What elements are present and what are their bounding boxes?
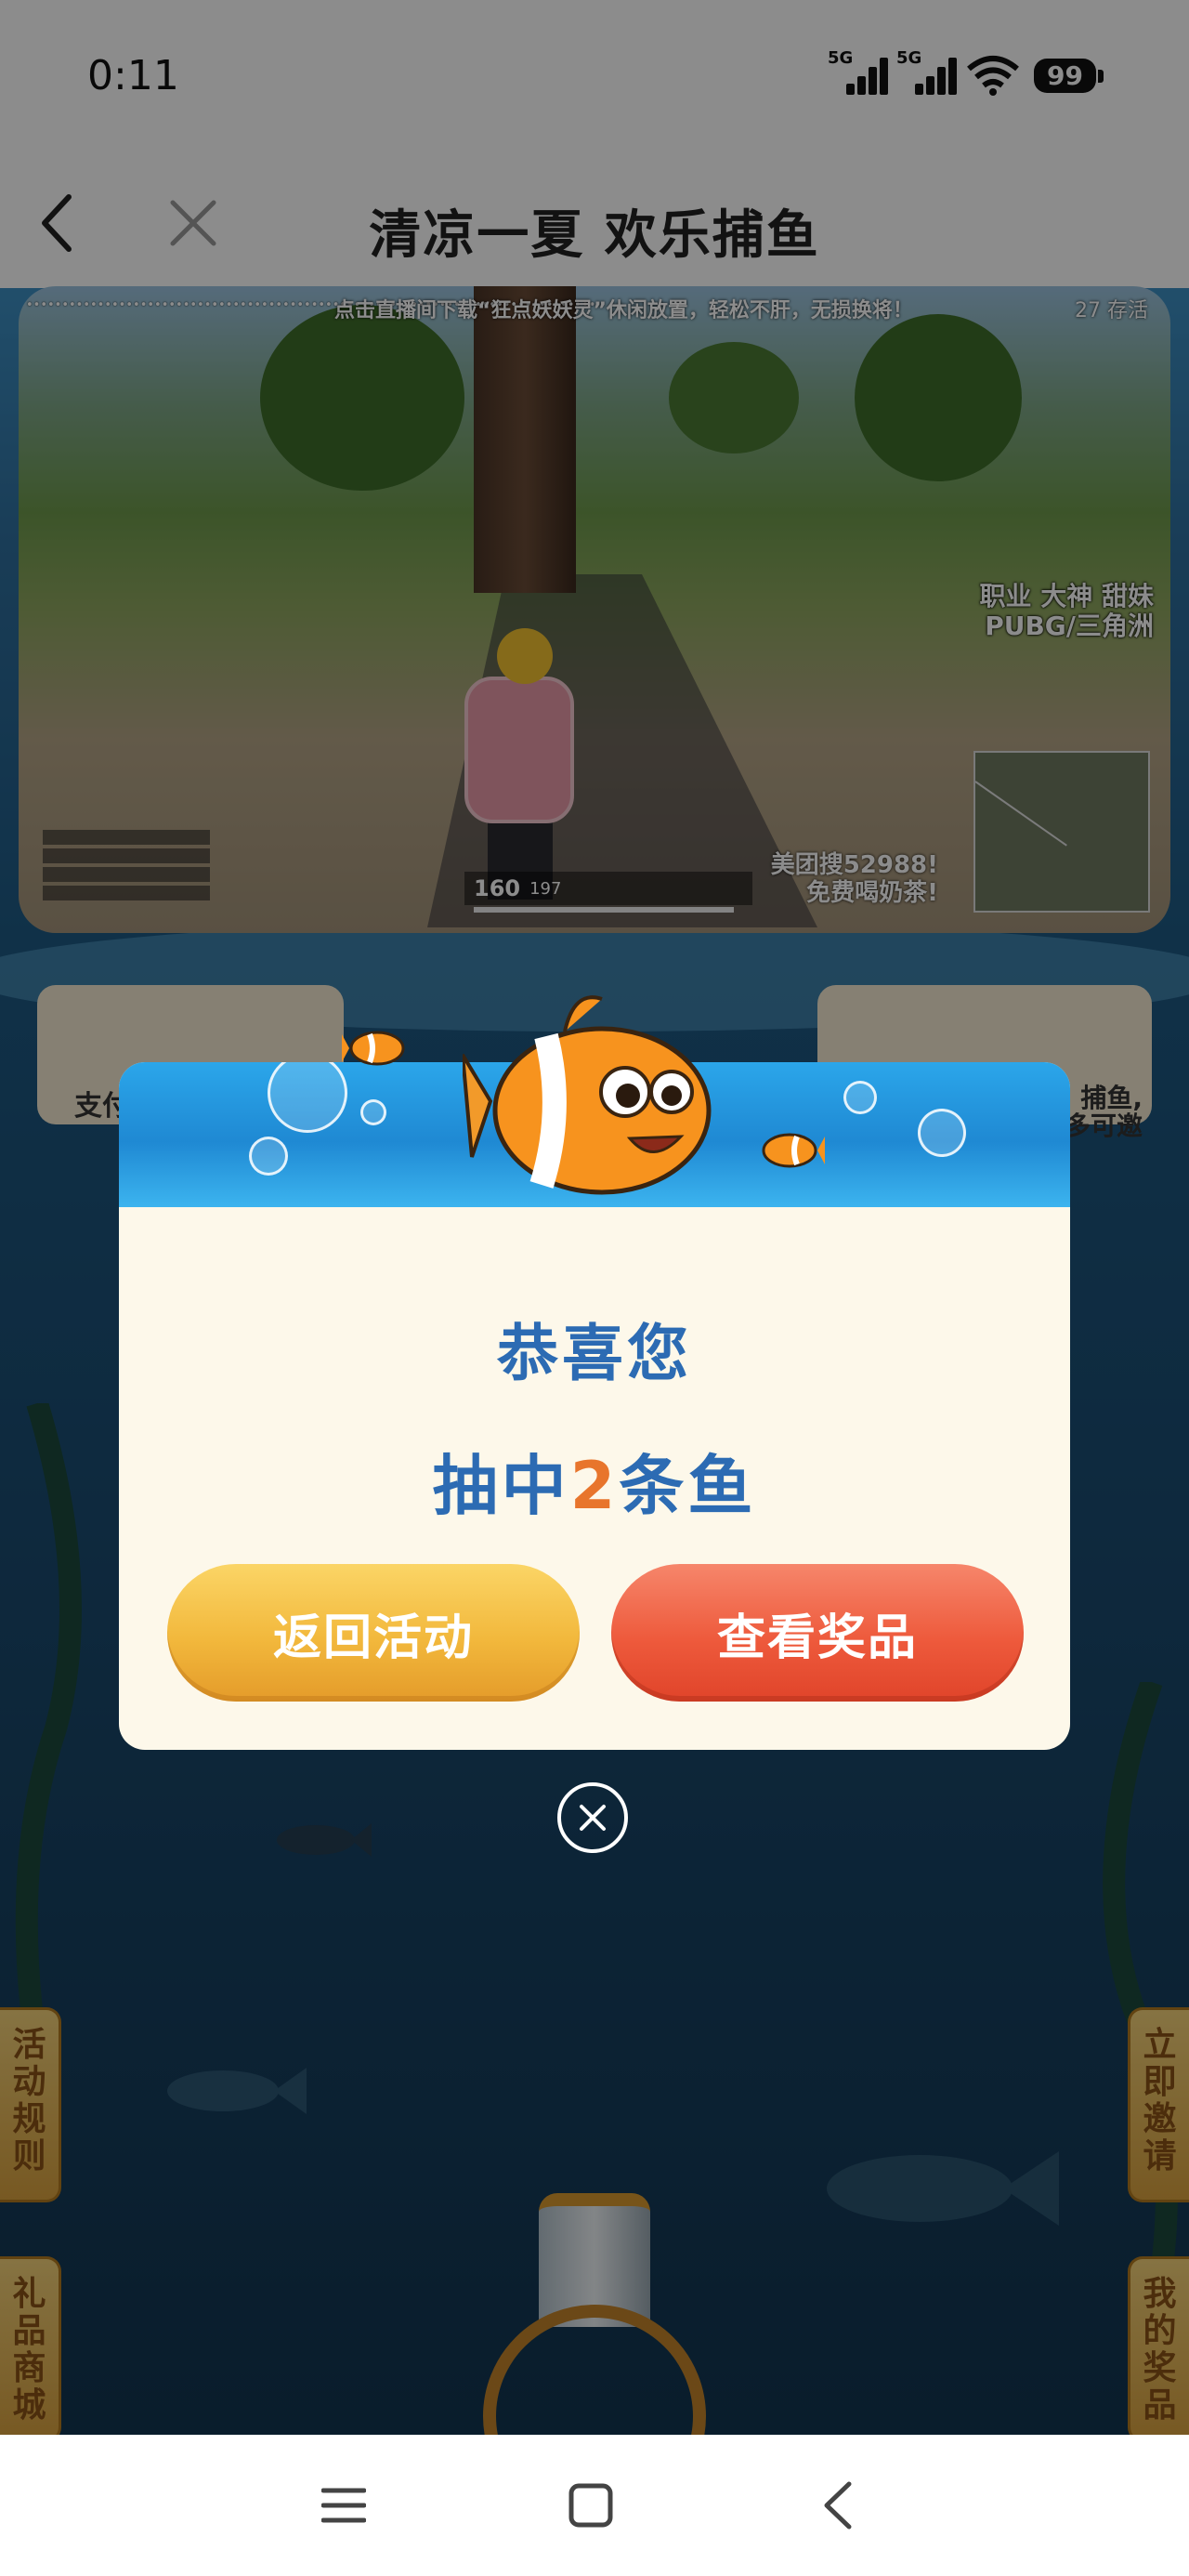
- dialog-close-icon[interactable]: [557, 1782, 628, 1853]
- result-suffix: 条鱼: [619, 1448, 757, 1524]
- back-icon[interactable]: [801, 2468, 875, 2543]
- small-fish-icon: [342, 1031, 405, 1066]
- congrats-title: 恭喜您: [497, 1318, 692, 1389]
- view-prizes-button[interactable]: 查看奖品: [611, 1564, 1024, 1702]
- bubble-2: [249, 1137, 288, 1176]
- bubble-5: [360, 1099, 386, 1125]
- menu-icon[interactable]: [307, 2468, 381, 2543]
- bubble-4: [843, 1081, 877, 1114]
- system-navigation-bar: [0, 2435, 1189, 2576]
- fish-count: 2: [569, 1448, 620, 1524]
- clownfish-mascot-icon: [463, 995, 712, 1195]
- small-fish-icon-2: [762, 1133, 825, 1168]
- result-text: 抽中2条鱼: [119, 1434, 1070, 1528]
- bubble: [268, 1062, 347, 1133]
- bubble-3: [918, 1109, 966, 1157]
- home-icon[interactable]: [554, 2468, 628, 2543]
- return-to-activity-button[interactable]: 返回活动: [167, 1564, 580, 1702]
- result-prefix: 抽中: [432, 1448, 570, 1524]
- prize-result-dialog: 恭喜您 抽中2条鱼 返回活动 查看奖品: [119, 995, 1070, 1750]
